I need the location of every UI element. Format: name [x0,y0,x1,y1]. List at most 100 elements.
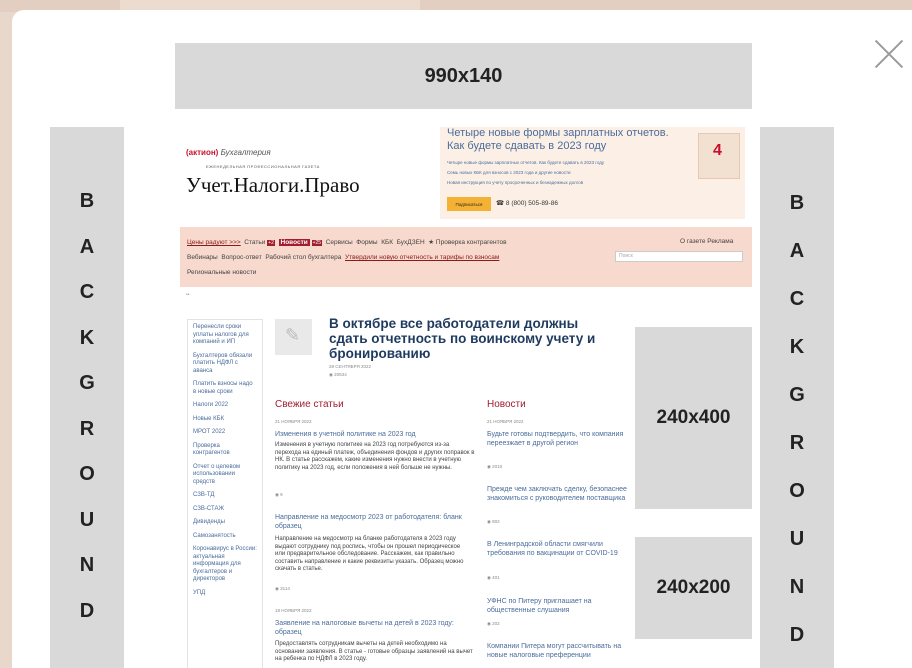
sidebar: Перенесли сроки уплаты налогов для компа… [187,319,263,668]
featured-image[interactable] [275,319,312,355]
featured-meta: 28 СЕНТЯБРЯ 2022 ◉ 20534 [329,363,371,379]
article-views: ◉ 3114 [275,586,290,591]
nav-item-qa[interactable]: Вопрос-ответ [221,254,261,261]
news-views: ◉ 202 [487,621,500,626]
sidebar-item[interactable]: УПД [193,590,257,598]
background-letter: B [789,192,805,214]
promo-line: Семь новых КБК для взносов с 2023 года и… [447,170,571,175]
nav-item-desk[interactable]: Рабочий стол бухгалтера [265,254,341,261]
background-letter: G [79,372,95,394]
phone-number: ☎ 8 (800) 505-89-86 [496,200,558,207]
article-excerpt: Изменения в учетную политике на 2023 год… [275,442,475,471]
nav-item-articles[interactable]: Статьи [244,239,265,246]
ad-slot-top: 990x140 [175,43,752,109]
article-excerpt: Направление на медосмотр на бланке работ… [275,536,464,572]
featured-title[interactable]: В октябре все работодатели должны сдать … [329,316,614,361]
article-title[interactable]: Заявление на налоговые вычеты на детей в… [275,619,475,637]
ad-slot-size-label: 240x400 [656,407,731,428]
ad-slot-size-label: 990x140 [424,64,503,87]
news-views: ◉ 802 [487,519,500,524]
sidebar-item[interactable]: Дивиденды [193,519,257,527]
sidebar-item[interactable]: Самозанятость [193,533,257,541]
prices-link[interactable]: Цены радуют >>> [187,239,241,246]
background-letter: B [79,190,95,212]
calendar-icon: 4 [698,133,740,179]
news-views: ◉ 401 [487,575,500,580]
sidebar-item[interactable]: Платить взносы надо в новые сроки [193,381,257,396]
background-letter: A [79,235,95,258]
sidebar-item[interactable]: Бухгалтеров обязали платить НДФЛ с аванс… [193,353,257,376]
sidebar-item[interactable]: Налоги 2022 [193,402,257,410]
background-letter: K [789,336,805,358]
article-excerpt: Предоставлять сотрудникам вычеты на дете… [275,641,473,662]
background-letter: O [789,480,805,502]
nav-item-forms[interactable]: Формы [356,239,377,246]
count-badge: +2 [267,240,275,246]
article-title[interactable]: Направление на медосмотр 2023 от работод… [275,513,465,531]
background-letter: U [789,528,805,550]
background-letter: G [789,384,805,406]
nav-about-ads[interactable]: О газете Реклама [680,238,733,245]
sidebar-item[interactable]: СЗВ-ТД [193,492,257,500]
sidebar-item[interactable]: Перенесли сроки уплаты налогов для компа… [193,324,257,347]
nav-item-news[interactable]: Новости [278,239,310,246]
background-letter: D [789,624,805,646]
news-title[interactable]: В Ленинградской области смягчили требова… [487,540,627,558]
ad-slot-left-background: B A C K G R O U N D [50,127,124,668]
background-letter: O [79,463,95,485]
news-views: ◉ 2010 [487,464,503,469]
nav-item-buhdzen[interactable]: БухДЗЕН [397,239,425,246]
background-letter: N [789,576,805,598]
ad-slot-right-background: B A C K G R O U N D [760,127,834,668]
promo-line: Новая инструкция по учету просроченных и… [447,180,584,185]
promo-title[interactable]: Четыре новые формы зарплатных отчетов. К… [447,127,677,153]
news-title[interactable]: УФНС по Питеру приглашает на общественны… [487,597,627,615]
nav-row-main: Цены радуют >>> Статьи +2 Новости +25 Се… [187,238,507,246]
sidebar-item[interactable]: МРОТ 2022 [193,429,257,437]
site-title[interactable]: Учет.Налоги.Право [186,173,360,198]
nav-row-secondary: Вебинары Вопрос-ответ Рабочий стол бухга… [187,254,499,261]
article-date: 21 НОЯБРЯ 2022 [275,419,312,424]
article-title[interactable]: Изменения в учетной политике на 2023 год [275,430,475,439]
breadcrumb: •• [186,292,190,298]
news-date: 21 НОЯБРЯ 2022 [487,419,524,424]
news-heading[interactable]: Новости [487,399,526,410]
nav-item-counterparty-check[interactable]: ★ Проверка контрагентов [428,239,506,246]
background-letter: R [79,417,95,440]
sidebar-item[interactable]: Коронавирус в России: актуальная информа… [193,546,257,584]
background-letter: U [79,508,95,531]
background-letter: C [79,281,95,303]
subscribe-button[interactable]: Подписаться [447,197,491,211]
ad-slot-size-label: 240x200 [656,577,731,598]
article-date: 18 НОЯБРЯ 2022 [275,608,312,613]
nav-promo-link[interactable]: Утвердили новую отчетность и тарифы по в… [345,254,499,261]
background-letter: R [789,432,805,454]
nav-item-regional[interactable]: Региональные новости [187,269,256,276]
sidebar-item[interactable]: Отчет о целевом использовании средств [193,464,257,487]
featured-views: ◉ 20534 [329,372,347,377]
sidebar-item[interactable]: СЗВ-СТАЖ [193,506,257,514]
promo-banner[interactable]: Четыре новые формы зарплатных отчетов. К… [440,127,745,219]
search-input[interactable]: Поиск [615,251,743,262]
ad-slot-240x200: 240x200 [635,537,752,639]
logo-tagline: ЕЖЕНЕДЕЛЬНАЯ ПРОФЕССИОНАЛЬНАЯ ГАЗЕТА [206,164,320,169]
featured-date: 28 СЕНТЯБРЯ 2022 [329,364,372,369]
nav-item-webinars[interactable]: Вебинары [187,254,218,261]
background-letter: A [789,240,805,262]
nav-item-kbk[interactable]: КБК [381,239,393,246]
background-letter: D [79,599,95,622]
article-views: ◉ 9 [275,492,283,497]
close-icon[interactable] [872,37,906,71]
news-title[interactable]: Компании Питера могут рассчитывать на но… [487,642,627,660]
nav-item-services[interactable]: Сервисы [326,239,353,246]
news-title[interactable]: Прежде чем заключать сделку, безопаснее … [487,485,627,503]
background-letter: K [79,326,95,349]
ad-slot-240x400: 240x400 [635,327,752,509]
brand-logo[interactable]: (актион) Бухгалтерия [186,148,271,157]
news-title[interactable]: Будьте готовы подтвердить, что компания … [487,430,627,448]
sidebar-item[interactable]: Проверка контрагентов [193,443,257,458]
fresh-articles-heading[interactable]: Свежие статьи [275,399,344,410]
promo-line: Четыре новые формы зарплатных отчетов. К… [447,160,605,165]
background-letter: C [789,288,805,310]
sidebar-item[interactable]: Новые КБК [193,416,257,424]
